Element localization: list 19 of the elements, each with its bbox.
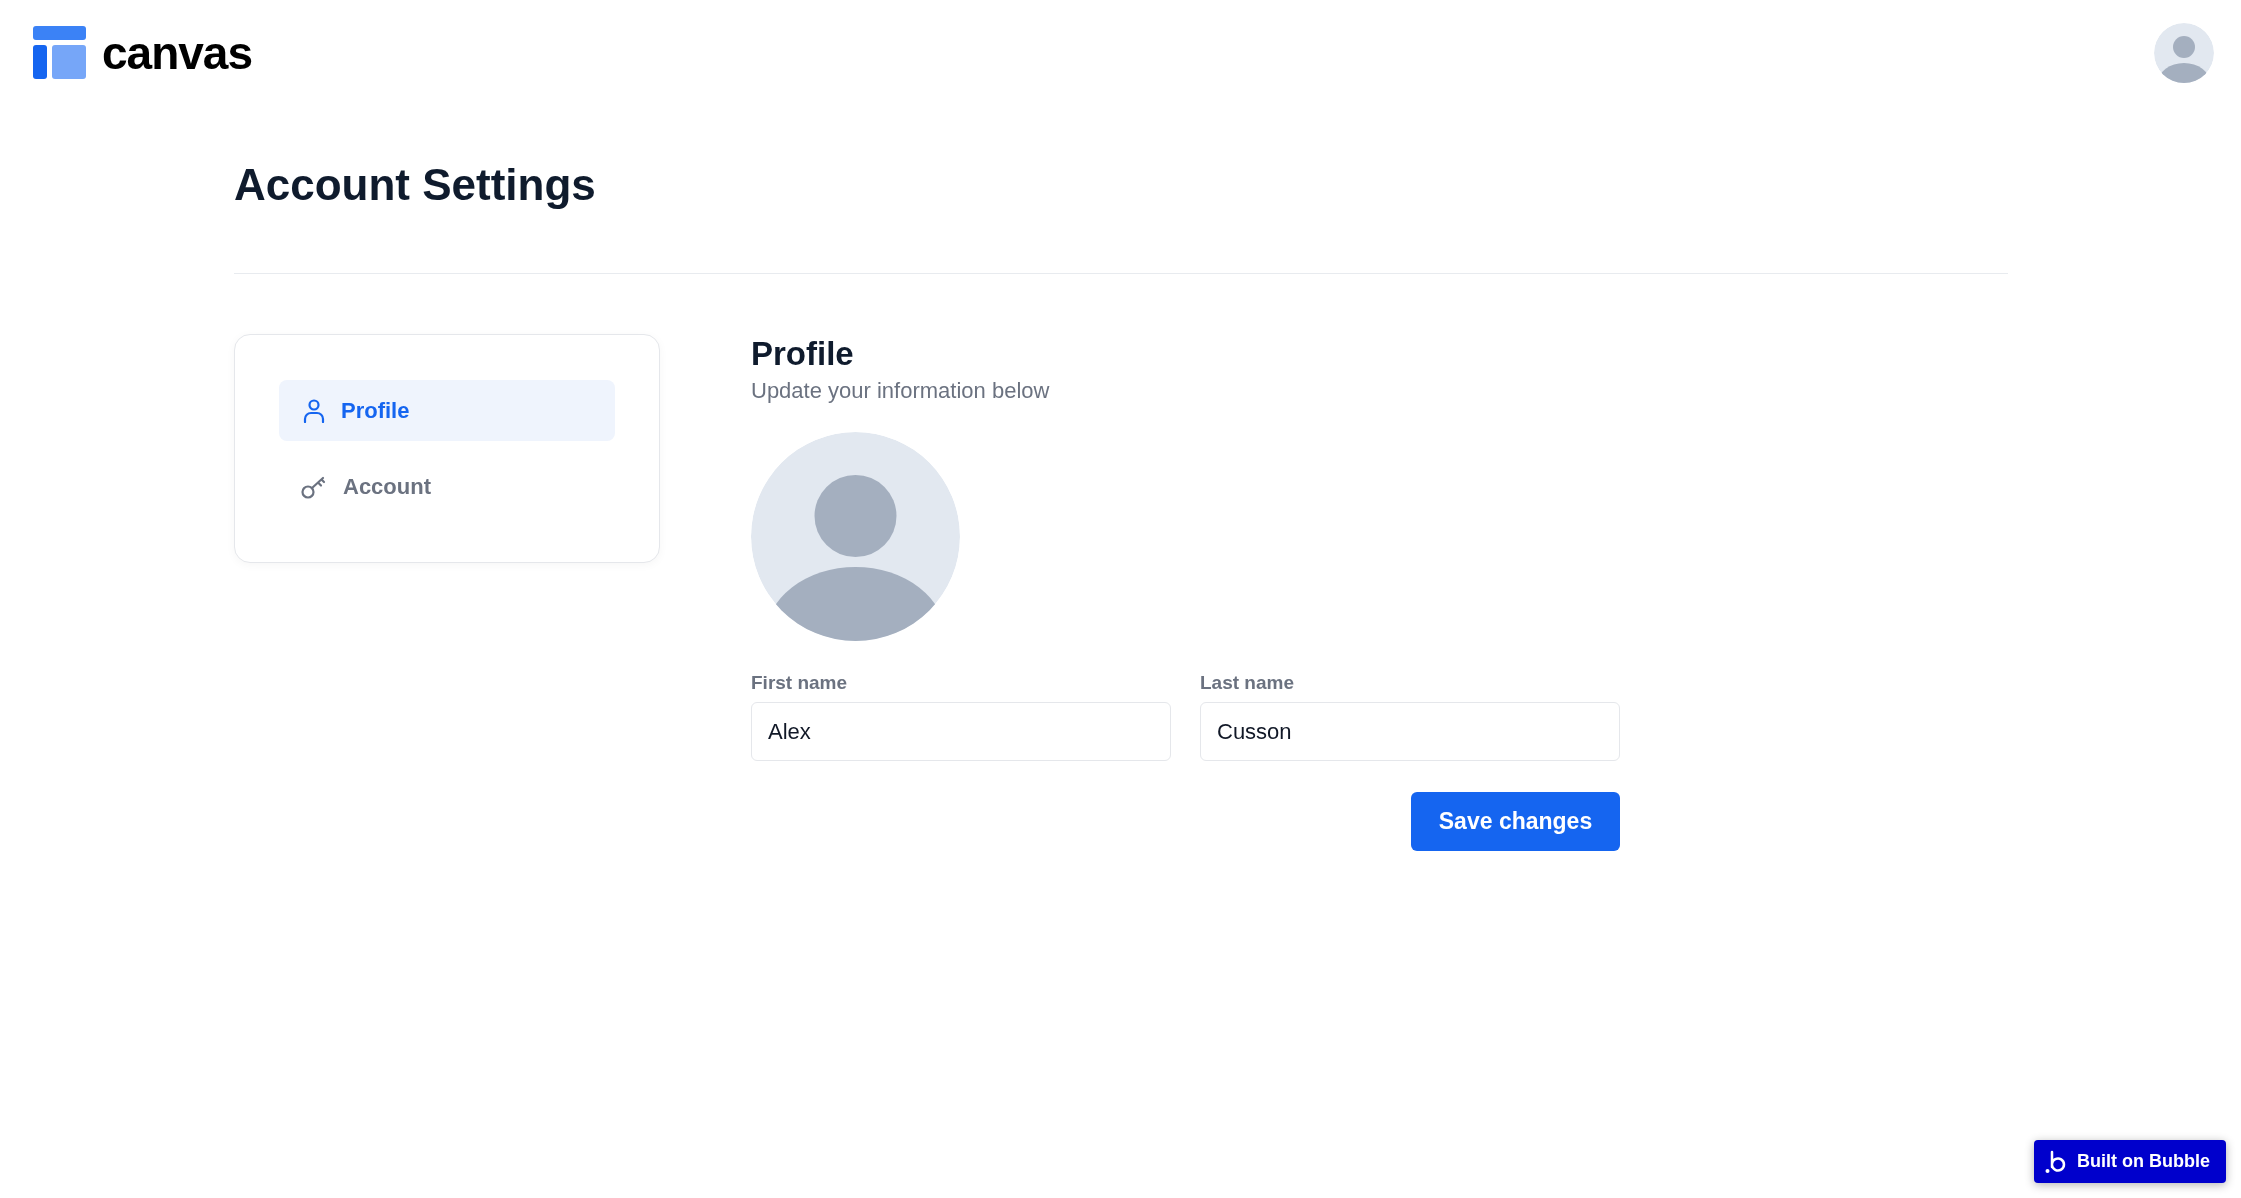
bubble-logo-icon	[2045, 1149, 2067, 1174]
field-label: First name	[751, 673, 849, 692]
avatar-icon[interactable]	[2154, 23, 2214, 83]
key-icon	[301, 474, 327, 499]
badge-label: Built on Bubble	[2077, 1150, 2210, 1173]
profile-photo-placeholder[interactable]	[751, 432, 960, 641]
sidebar-item[interactable]: Profile	[279, 380, 615, 441]
person-icon	[303, 398, 325, 423]
page-title: Account Settings	[234, 163, 597, 207]
field-label: Last name	[1200, 673, 1295, 692]
logo-text: canvas	[102, 29, 252, 76]
built-on-bubble-badge[interactable]: Built on Bubble	[2034, 1140, 2226, 1183]
sidebar-item[interactable]: Account	[279, 456, 615, 517]
section-title: Profile	[751, 337, 855, 370]
save-button[interactable]: Save changes	[1411, 792, 1620, 851]
section-subtitle: Update your information below	[751, 380, 1051, 402]
input-field[interactable]: Cusson	[1200, 702, 1620, 761]
logo-icon	[33, 26, 86, 79]
input-field[interactable]: Alex	[751, 702, 1171, 761]
